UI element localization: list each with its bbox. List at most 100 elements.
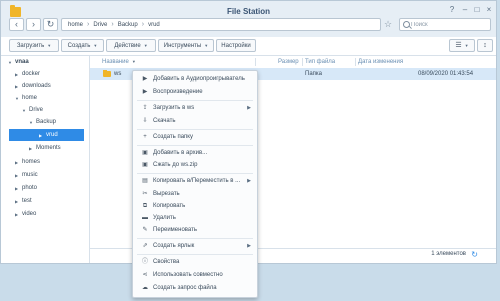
menu-separator <box>137 254 253 255</box>
breadcrumb-vrud[interactable]: vrud <box>148 22 160 28</box>
caret-down-icon: ▼ <box>143 43 148 48</box>
tree-item-photo[interactable]: ▶ photo <box>1 182 102 194</box>
info-icon: ⓘ <box>141 259 148 265</box>
search-box[interactable] <box>399 18 491 31</box>
menu-item-label: Копировать в/Переместить в ... <box>153 178 241 184</box>
title-bar: File Station ? – □ × ‹ › ↻ home › Drive … <box>1 1 496 37</box>
breadcrumb-home[interactable]: home <box>68 22 83 28</box>
column-name-label: Название <box>102 59 129 65</box>
back-button[interactable]: ‹ <box>9 18 24 31</box>
close-button[interactable]: × <box>483 5 495 15</box>
toolbar: Загрузить ▼ Создать ▼ Действие ▼ Инструмент… <box>1 39 496 53</box>
archive-icon: ▣ <box>142 150 148 156</box>
chevron-right-icon: › <box>111 21 114 28</box>
menu-item-add-to-audio-player[interactable]: ▶ Добавить в Аудиопроигрыватель <box>133 73 257 85</box>
collapse-arrow-icon: ▶ <box>39 132 43 138</box>
collapse-arrow-icon: ▶ <box>15 198 19 204</box>
tree-item-music[interactable]: ▶ music <box>1 169 102 181</box>
item-count: 1 элементов <box>431 251 466 257</box>
tree-item-label: homes <box>22 159 41 165</box>
menu-separator <box>137 145 253 146</box>
tree-item-label: Moments <box>36 145 61 151</box>
breadcrumb-backup[interactable]: Backup <box>118 22 138 28</box>
tree-item-vrud[interactable]: ▶ vrud <box>9 129 84 141</box>
column-divider[interactable] <box>255 58 256 66</box>
folder-icon <box>103 70 111 77</box>
action-button[interactable]: Действие ▼ <box>106 39 156 52</box>
create-button[interactable]: Создать ▼ <box>61 39 104 52</box>
settings-button[interactable]: Настройки <box>216 39 256 52</box>
expand-arrow-icon: ▼ <box>8 59 12 65</box>
menu-item-share[interactable]: ⋖ Использовать совместно <box>133 269 257 281</box>
folder-tree: ▼ vnaa ▶ docker ▶ downloads ▼ home ▼ Drive ▼ B… <box>1 56 88 263</box>
menu-item-create-shortcut[interactable]: ⇗ Создать ярлык ▶ <box>133 240 257 252</box>
tree-item-vnaa[interactable]: ▼ vnaa <box>1 56 95 68</box>
menu-item-upload-to-ws[interactable]: ⇪ Загрузить в ws ▶ <box>133 102 257 114</box>
column-divider[interactable] <box>302 58 303 66</box>
tree-item-moments[interactable]: ▶ Moments <box>1 142 116 154</box>
menu-item-properties[interactable]: ⓘ Свойства <box>133 256 257 268</box>
search-input[interactable] <box>411 19 487 30</box>
menu-item-label: Вырезать <box>153 191 180 197</box>
path-bar[interactable]: home › Drive › Backup › vrud <box>61 18 381 31</box>
caret-down-icon: ▼ <box>131 59 136 64</box>
column-modified-header[interactable]: Дата изменения <box>358 56 403 68</box>
sort-button[interactable]: ↕ <box>477 39 493 52</box>
tree-item-backup[interactable]: ▼ Backup <box>1 116 116 128</box>
tools-button[interactable]: Инструменты ▼ <box>158 39 214 52</box>
tree-item-label: video <box>22 211 37 217</box>
file-type: Папка <box>305 71 322 77</box>
tree-item-test[interactable]: ▶ test <box>1 195 102 207</box>
upload-button[interactable]: Загрузить ▼ <box>9 39 59 52</box>
refresh-button[interactable]: ↻ <box>43 18 58 31</box>
copy-icon: ⧉ <box>142 203 148 209</box>
collapse-arrow-icon: ▶ <box>15 159 19 165</box>
menu-item-label: Переименовать <box>153 227 197 233</box>
action-label: Действие <box>114 42 141 49</box>
download-icon: ⇩ <box>142 118 148 124</box>
collapse-arrow-icon: ▶ <box>15 71 19 77</box>
menu-item-rename[interactable]: ✎ Переименовать <box>133 224 257 236</box>
menu-item-file-request[interactable]: ☁ Создать запрос файла <box>133 282 257 294</box>
cloud-upload-icon: ☁ <box>142 285 148 291</box>
play-icon: ▶ <box>142 76 148 82</box>
menu-item-cut[interactable]: ✂ Вырезать <box>133 188 257 200</box>
favorite-star-icon[interactable]: ☆ <box>384 18 394 31</box>
minimize-button[interactable]: – <box>459 5 471 15</box>
tree-item-downloads[interactable]: ▶ downloads <box>1 80 102 92</box>
menu-item-play[interactable]: ▶ Воспроизведение <box>133 86 257 98</box>
trash-icon: ▬ <box>142 215 148 221</box>
menu-item-download[interactable]: ⇩ Скачать <box>133 115 257 127</box>
forward-button[interactable]: › <box>26 18 41 31</box>
view-mode-button[interactable]: ☰ ▼ <box>449 39 475 52</box>
upload-label: Загрузить <box>16 42 45 49</box>
file-name: ws <box>114 71 122 77</box>
menu-item-create-folder[interactable]: + Создать папку <box>133 131 257 143</box>
help-button[interactable]: ? <box>446 5 458 15</box>
tree-item-label: vnaa <box>15 59 29 65</box>
tree-item-homes[interactable]: ▶ homes <box>1 156 102 168</box>
menu-item-add-to-archive[interactable]: ▣ Добавить в архив... <box>133 147 257 159</box>
column-size-header[interactable]: Размер <box>278 56 299 68</box>
column-type-header[interactable]: Тип файла <box>305 56 335 68</box>
column-name-header[interactable]: Название ▼ <box>102 56 136 68</box>
menu-item-copy[interactable]: ⧉ Копировать <box>133 200 257 212</box>
breadcrumb-drive[interactable]: Drive <box>93 22 107 28</box>
tree-item-home[interactable]: ▼ home <box>1 92 102 104</box>
column-divider[interactable] <box>355 58 356 66</box>
maximize-button[interactable]: □ <box>471 5 483 15</box>
menu-item-copy-move-to[interactable]: ▤ Копировать в/Переместить в ... ▶ <box>133 175 257 187</box>
tree-item-video[interactable]: ▶ video <box>1 208 102 220</box>
chevron-right-icon: › <box>141 21 145 28</box>
tree-item-docker[interactable]: ▶ docker <box>1 68 102 80</box>
tree-item-drive[interactable]: ▼ Drive <box>1 104 109 116</box>
expand-arrow-icon: ▼ <box>15 95 19 101</box>
menu-item-label: Создать ярлык <box>153 243 195 249</box>
menu-item-compress-zip[interactable]: ▣ Сжать до ws.zip <box>133 159 257 171</box>
refresh-icon[interactable]: ↻ <box>471 250 478 259</box>
caret-down-icon: ▼ <box>464 43 469 48</box>
collapse-arrow-icon: ▶ <box>15 83 19 89</box>
menu-item-delete[interactable]: ▬ Удалить <box>133 212 257 224</box>
tree-item-label: Drive <box>29 107 44 113</box>
zip-icon: ▣ <box>142 162 148 168</box>
